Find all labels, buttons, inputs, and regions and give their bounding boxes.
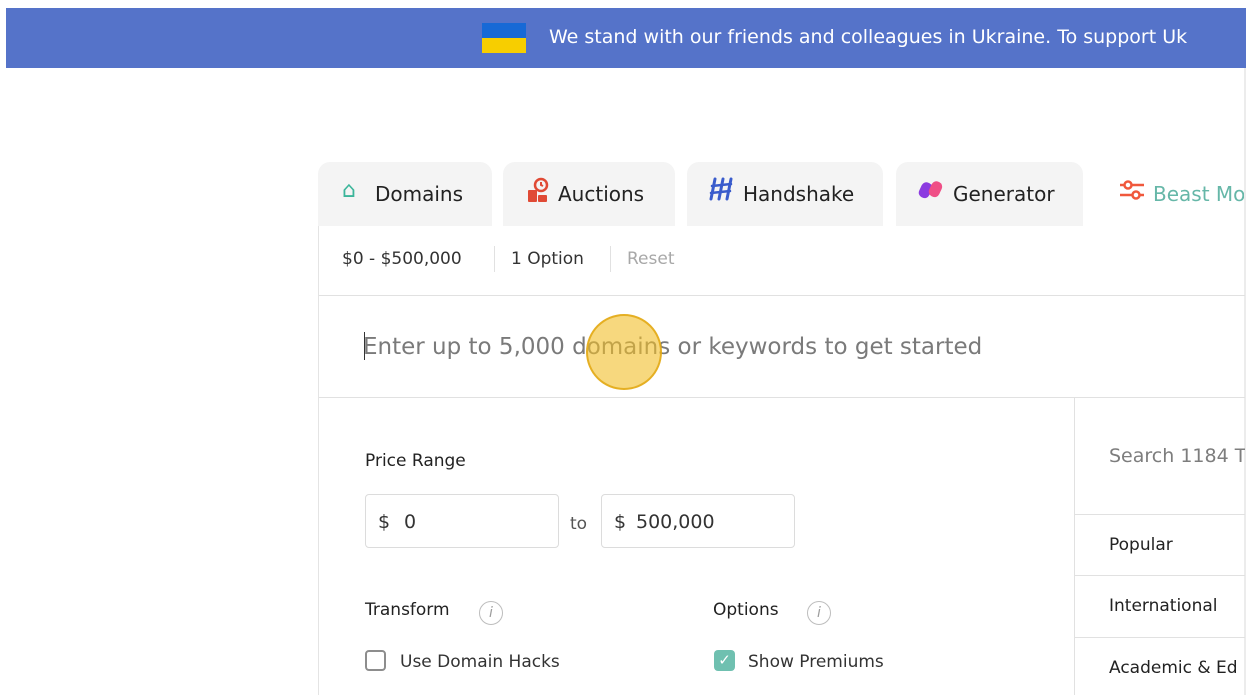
max-price-input[interactable]: $ 500,000 (601, 494, 795, 548)
info-icon[interactable]: i (807, 601, 831, 625)
tab-label: Auctions (558, 182, 645, 206)
auction-gavel-icon (526, 177, 552, 209)
tab-label: Domains (375, 182, 464, 206)
generator-blocks-icon (918, 179, 944, 207)
home-icon: ⌂ (342, 178, 356, 203)
to-label: to (570, 514, 588, 534)
tab-handshake[interactable]: Handshake (687, 162, 883, 226)
show-premiums-checkbox[interactable]: ✓ (714, 650, 735, 671)
use-domain-hacks-label: Use Domain Hacks (400, 652, 560, 672)
text-caret (364, 332, 365, 360)
active-filters-bar: $0 - $500,000 1 Option Reset (319, 226, 1245, 296)
click-indicator (586, 314, 662, 390)
search-tabs: ⌂ Domains Auctions Handshake Generator B… (318, 162, 1244, 226)
currency-symbol: $ (378, 511, 391, 533)
tab-auctions[interactable]: Auctions (503, 162, 675, 226)
handshake-logo-icon (709, 177, 735, 207)
tld-category-academic[interactable]: Academic & Ed (1075, 637, 1245, 695)
info-icon[interactable]: i (479, 601, 503, 625)
domain-search-input[interactable] (363, 329, 1223, 365)
tab-label: Handshake (743, 182, 855, 206)
tld-category-international[interactable]: International (1075, 575, 1245, 637)
transform-title: Transform (365, 600, 450, 620)
use-domain-hacks-checkbox[interactable] (365, 650, 386, 671)
tld-category-popular[interactable]: Popular (1075, 514, 1245, 576)
tab-beast-mode[interactable]: Beast Mo (1095, 162, 1244, 226)
tld-filter-column: Search 1184 T Popular International Acad… (1074, 398, 1245, 695)
category-label: Popular (1109, 535, 1173, 555)
domain-search-row (319, 296, 1245, 398)
divider (610, 246, 611, 272)
ukraine-support-banner[interactable]: We stand with our friends and colleagues… (6, 8, 1246, 68)
page: We stand with our friends and colleagues… (0, 0, 1252, 695)
show-premiums-label: Show Premiums (748, 652, 884, 672)
filter-options-column: Price Range $ 0 to $ 500,000 Transform i… (319, 398, 1074, 695)
currency-symbol: $ (614, 511, 627, 533)
banner-text: We stand with our friends and colleagues… (549, 26, 1188, 48)
reset-link[interactable]: Reset (627, 248, 675, 270)
divider (494, 246, 495, 272)
sliders-icon (1119, 179, 1145, 207)
options-title: Options (713, 600, 779, 620)
min-price-value: 0 (404, 511, 417, 533)
min-price-input[interactable]: $ 0 (365, 494, 559, 548)
max-price-value: 500,000 (636, 511, 715, 533)
ukraine-flag-icon (482, 23, 526, 53)
tab-label: Beast Mo (1153, 182, 1244, 206)
tld-search-input[interactable]: Search 1184 T (1109, 444, 1245, 468)
price-filter-chip[interactable]: $0 - $500,000 (342, 248, 462, 270)
tab-label: Generator (953, 182, 1055, 206)
tab-domains[interactable]: ⌂ Domains (318, 162, 492, 226)
price-range-title: Price Range (365, 451, 466, 471)
category-label: Academic & Ed (1109, 658, 1238, 678)
search-panel: $0 - $500,000 1 Option Reset Price Range… (318, 226, 1245, 695)
options-filter-chip[interactable]: 1 Option (511, 248, 584, 270)
category-label: International (1109, 596, 1218, 616)
tab-generator[interactable]: Generator (896, 162, 1083, 226)
